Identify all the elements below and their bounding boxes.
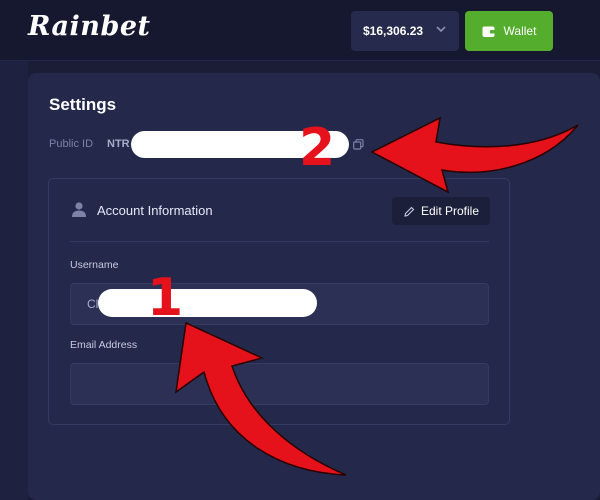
annotation-badge-2: 2 [299,118,336,178]
red-arrow-upper [370,116,579,194]
annotation-badge-1: 1 [147,268,184,328]
red-arrow-lower [175,321,347,476]
annotation-overlay [175,116,579,476]
